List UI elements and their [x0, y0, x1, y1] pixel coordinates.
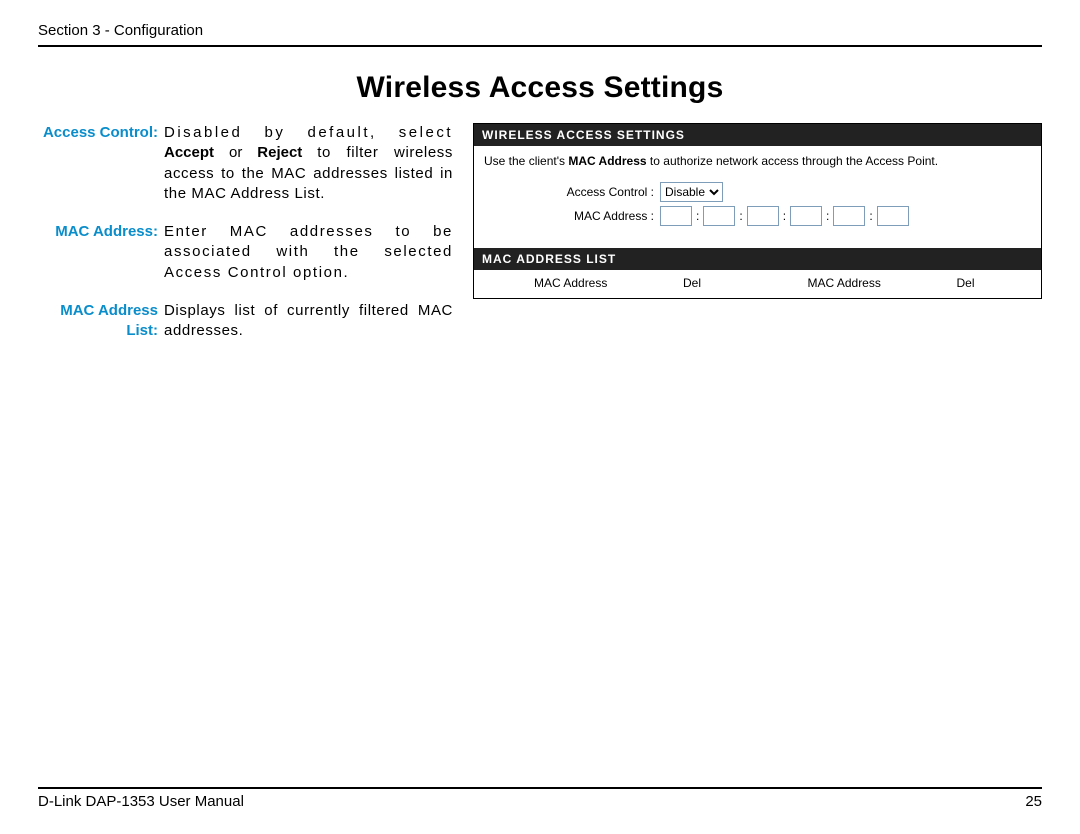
access-control-select[interactable]: Disable: [660, 182, 723, 202]
panel-body-wireless: Use the client's MAC Address to authoriz…: [474, 146, 1041, 248]
panel-title-wireless-settings: WIRELESS ACCESS SETTINGS: [474, 124, 1041, 146]
content-columns: Access Control: Disabled by default, sel…: [38, 123, 1042, 359]
desc-access-control: Access Control: Disabled by default, sel…: [38, 123, 453, 204]
desc-text-access-control: Disabled by default, select Accept or Re…: [164, 123, 453, 204]
footer-left: D-Link DAP-1353 User Manual: [38, 793, 244, 810]
mac-sep: :: [826, 209, 829, 223]
desc-text-mac-address: Enter MAC addresses to be associated wit…: [164, 222, 453, 283]
mac-octet-5[interactable]: [833, 206, 865, 226]
mac-sep: :: [696, 209, 699, 223]
mac-octet-4[interactable]: [790, 206, 822, 226]
text-frag: or: [229, 144, 242, 161]
text-frag: MAC Address: [60, 302, 158, 319]
text-bold-accept: Accept: [164, 144, 214, 161]
mac-octet-3[interactable]: [747, 206, 779, 226]
text-frag: Use the client's: [484, 154, 565, 168]
page-title: Wireless Access Settings: [38, 71, 1042, 105]
text-frag: to authorize network access through the …: [650, 154, 938, 168]
desc-label-mac-list: MAC Address List:: [38, 301, 164, 342]
panel-hint: Use the client's MAC Address to authoriz…: [484, 154, 1031, 168]
col-mac-1: MAC Address: [484, 276, 683, 290]
label-mac-address: MAC Address :: [484, 209, 660, 223]
settings-panel: WIRELESS ACCESS SETTINGS Use the client'…: [473, 123, 1042, 299]
desc-mac-address: MAC Address: Enter MAC addresses to be a…: [38, 222, 453, 283]
mac-octet-1[interactable]: [660, 206, 692, 226]
descriptions-column: Access Control: Disabled by default, sel…: [38, 123, 453, 359]
mac-input-group: : : : : :: [660, 206, 909, 226]
mac-sep: :: [739, 209, 742, 223]
desc-label-access-control: Access Control:: [38, 123, 164, 204]
row-mac-address: MAC Address : : : : : :: [484, 206, 1031, 226]
mac-sep: :: [869, 209, 872, 223]
section-header: Section 3 - Configuration: [38, 22, 1042, 47]
desc-label-mac-address: MAC Address:: [38, 222, 164, 283]
desc-mac-list: MAC Address List: Displays list of curre…: [38, 301, 453, 342]
panel-title-mac-list: MAC ADDRESS LIST: [474, 248, 1041, 270]
text-frag: List:: [126, 322, 158, 339]
footer-page-number: 25: [1025, 793, 1042, 810]
page-footer: D-Link DAP-1353 User Manual 25: [38, 787, 1042, 810]
label-access-control: Access Control :: [484, 185, 660, 199]
text-bold-reject: Reject: [257, 144, 302, 161]
col-mac-2: MAC Address: [758, 276, 957, 290]
desc-text-mac-list: Displays list of currently filtered MAC …: [164, 301, 453, 342]
mac-sep: :: [783, 209, 786, 223]
row-access-control: Access Control : Disable: [484, 182, 1031, 202]
mac-octet-6[interactable]: [877, 206, 909, 226]
mac-octet-2[interactable]: [703, 206, 735, 226]
text-bold-mac: MAC Address: [568, 154, 646, 168]
text-frag: Disabled by default, select: [164, 124, 453, 141]
mac-list-header: MAC Address Del MAC Address Del: [474, 270, 1041, 298]
col-del-2: Del: [957, 276, 1032, 290]
col-del-1: Del: [683, 276, 758, 290]
